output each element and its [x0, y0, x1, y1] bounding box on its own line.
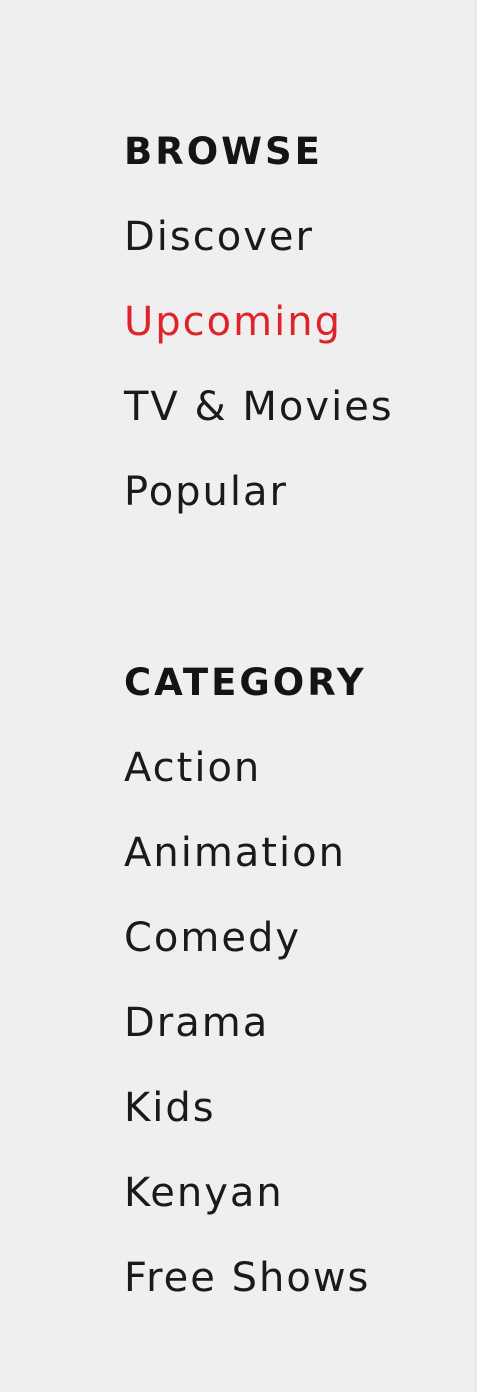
- nav-item-action[interactable]: Action: [124, 744, 370, 792]
- category-section: CATEGORY Action Animation Comedy Drama K…: [124, 659, 370, 1302]
- nav-item-kids[interactable]: Kids: [124, 1084, 370, 1132]
- nav-item-tv-movies[interactable]: TV & Movies: [124, 383, 394, 431]
- nav-item-upcoming[interactable]: Upcoming: [124, 298, 394, 346]
- nav-item-free-shows[interactable]: Free Shows: [124, 1254, 370, 1302]
- browse-section: BROWSE Discover Upcoming TV & Movies Pop…: [124, 128, 394, 516]
- browse-list: Discover Upcoming TV & Movies Popular: [124, 213, 394, 516]
- category-heading: CATEGORY: [124, 661, 367, 704]
- sidebar: BROWSE Discover Upcoming TV & Movies Pop…: [0, 0, 476, 1392]
- category-list: Action Animation Comedy Drama Kids Kenya…: [124, 744, 370, 1302]
- nav-item-popular[interactable]: Popular: [124, 468, 394, 516]
- nav-item-discover[interactable]: Discover: [124, 213, 394, 261]
- browse-heading: BROWSE: [124, 130, 323, 173]
- nav-item-animation[interactable]: Animation: [124, 829, 370, 877]
- nav-item-drama[interactable]: Drama: [124, 999, 370, 1047]
- nav-item-comedy[interactable]: Comedy: [124, 914, 370, 962]
- nav-item-kenyan[interactable]: Kenyan: [124, 1169, 370, 1217]
